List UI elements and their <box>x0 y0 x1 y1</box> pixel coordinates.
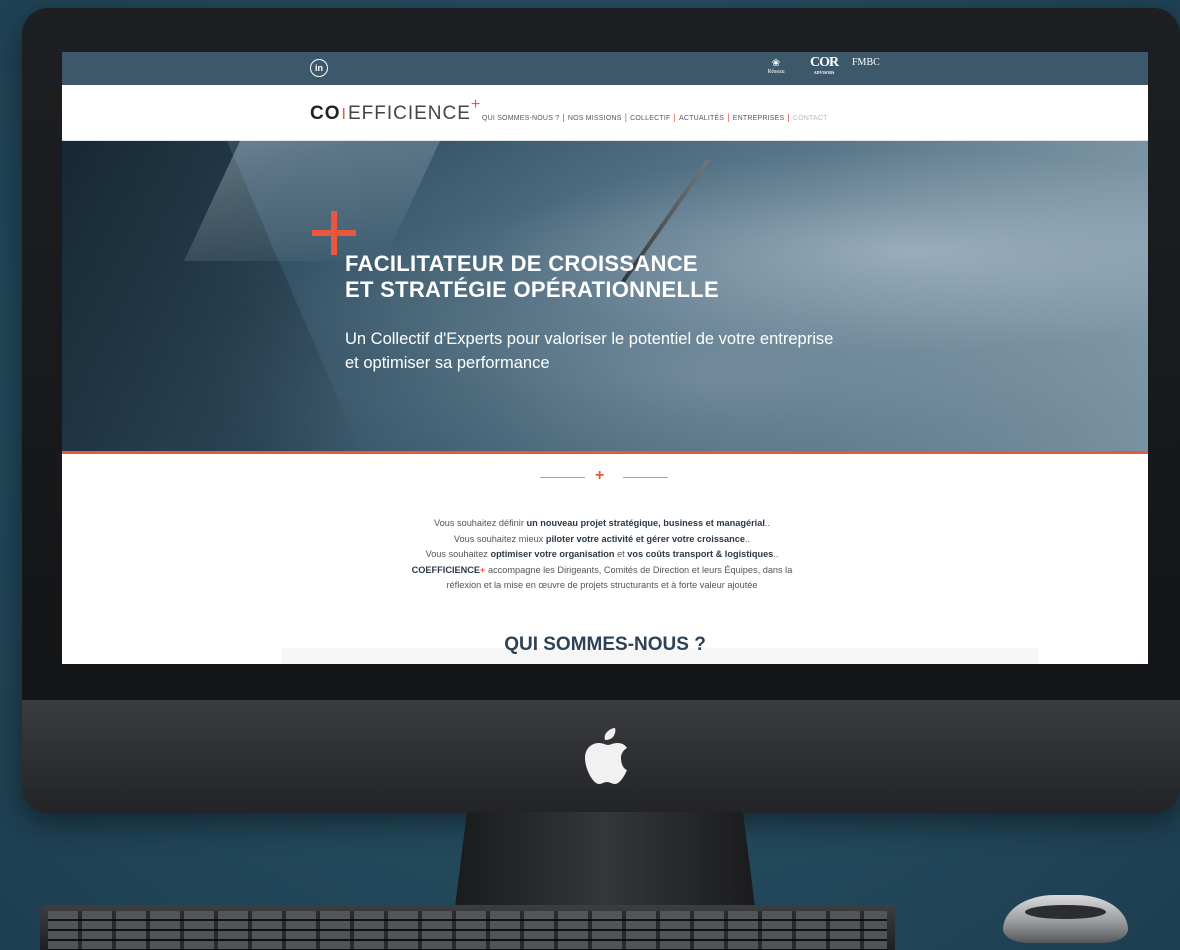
partner-logo-fmbc[interactable]: FMBC <box>852 57 880 68</box>
hero-subtitle: Un Collectif d'Experts pour valoriser le… <box>345 330 834 372</box>
monitor-stand <box>455 812 755 907</box>
hero-banner: FACILITATEUR DE CROISSANCE ET STRATÉGIE … <box>62 141 1148 454</box>
partner-logo-cor[interactable]: COR ADVISORS <box>810 55 839 75</box>
site-logo[interactable]: COIEFFICIENCE+ <box>310 96 481 125</box>
nav-item-entreprises[interactable]: ENTREPRISES <box>733 115 785 122</box>
linkedin-icon[interactable]: in <box>310 59 328 77</box>
intro-text: Vous souhaitez définir un nouveau projet… <box>411 518 793 590</box>
plus-icon <box>312 211 356 255</box>
keyboard <box>40 905 895 950</box>
top-bar: in ❀ Réseau COR ADVISORS FMBC <box>62 52 1148 85</box>
partner-logo-reseau[interactable]: ❀ Réseau <box>762 58 790 75</box>
nav-item-actualites[interactable]: ACTUALITÉS <box>679 115 724 122</box>
navbar: COIEFFICIENCE+ QUI SOMMES-NOUS ? | NOS MIS… <box>62 85 1148 141</box>
nav-item-contact[interactable]: CONTACT <box>793 115 828 122</box>
nav-item-nos-missions[interactable]: NOS MISSIONS <box>568 115 622 122</box>
main-nav: QUI SOMMES-NOUS ? | NOS MISSIONS | COLLECTIF… <box>482 112 828 122</box>
nav-item-qui-sommes-nous[interactable]: QUI SOMMES-NOUS ? <box>482 115 559 122</box>
nav-item-collectif[interactable]: COLLECTIF <box>630 115 670 122</box>
intro-section: + Vous souhaitez définir un nouveau proj… <box>62 454 1148 664</box>
section-title: QUI SOMMES-NOUS ? <box>504 634 706 655</box>
apple-logo-icon <box>585 728 627 784</box>
website-screen: in ❀ Réseau COR ADVISORS FMBC COIEFFICIE… <box>62 52 1148 664</box>
hero-title: FACILITATEUR DE CROISSANCE ET STRATÉGIE … <box>345 251 719 302</box>
mouse <box>1003 895 1128 943</box>
plus-divider-icon: + <box>540 467 668 484</box>
